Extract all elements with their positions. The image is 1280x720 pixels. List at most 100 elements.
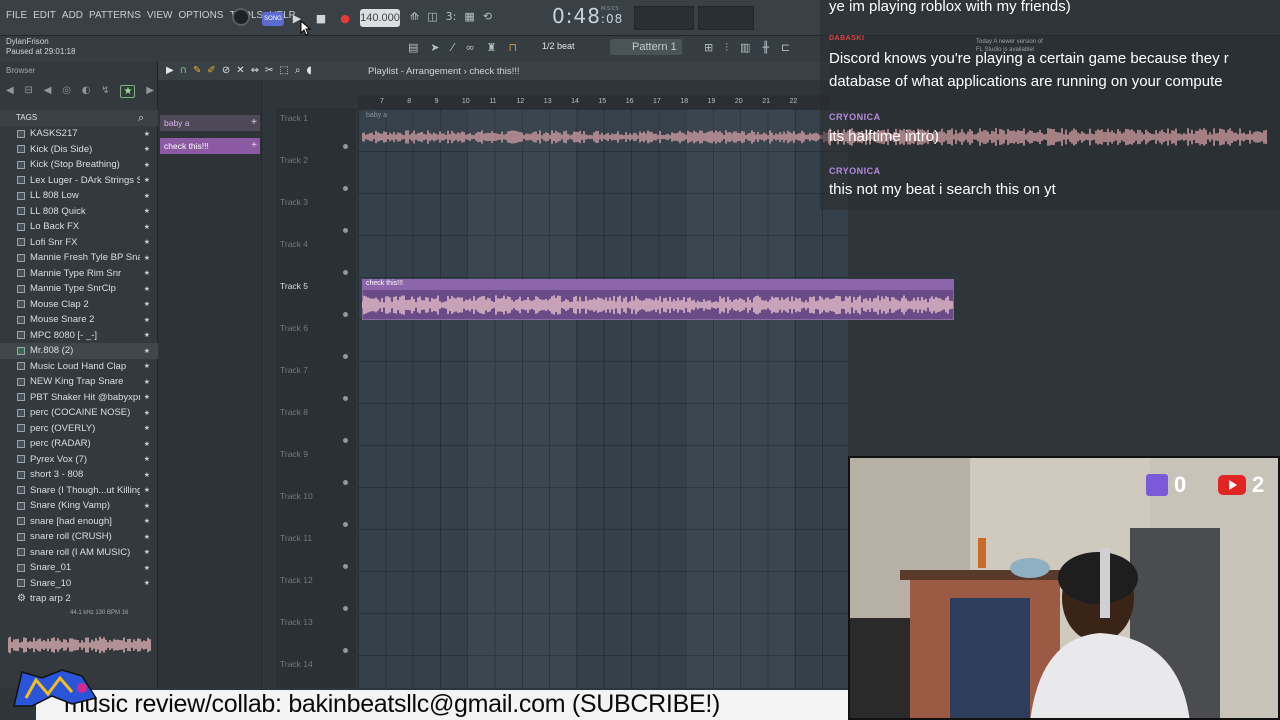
star-icon[interactable]: ★ <box>140 238 150 246</box>
star-icon[interactable]: ★ <box>140 300 150 308</box>
list-item[interactable]: NEW King Trap Snare ★ <box>0 374 158 390</box>
zoom-tool-icon[interactable]: ⌕ <box>295 65 301 76</box>
track-label[interactable]: Track 13 <box>280 617 313 627</box>
star-icon[interactable]: ★ <box>140 347 150 355</box>
playlist-icon[interactable]: ⊞ <box>704 41 713 55</box>
forward-arrow-icon[interactable]: ▶ <box>146 85 154 98</box>
track-label[interactable]: Track 5 <box>280 281 308 291</box>
track-label[interactable]: Track 2 <box>280 155 308 165</box>
master-volume-knob[interactable] <box>232 8 250 26</box>
starred-icon[interactable]: ★ <box>120 85 136 98</box>
star-icon[interactable]: ★ <box>140 486 150 494</box>
track-mute-dot[interactable] <box>343 354 348 359</box>
search-icon[interactable]: ⌕ <box>138 111 144 125</box>
list-item[interactable]: Snare_01 ★ <box>0 560 158 576</box>
star-icon[interactable]: ★ <box>140 362 150 370</box>
list-item[interactable]: ⚙ trap arp 2 <box>0 591 158 607</box>
list-item[interactable]: Mannie Type Rim Snr ★ <box>0 266 158 282</box>
plus-icon[interactable]: + <box>251 138 257 154</box>
countdown-icon[interactable]: 3: <box>446 10 457 23</box>
star-icon[interactable]: ★ <box>140 564 150 572</box>
timeline-ruler[interactable]: 7 8 9 10 11 12 13 14 15 16 17 18 19 20 21 22 <box>358 95 830 109</box>
picker-item-check-this[interactable]: check this!!! + <box>160 138 260 154</box>
track-label[interactable]: Track 7 <box>280 365 308 375</box>
list-item[interactable]: perc (OVERLY) ★ <box>0 421 158 437</box>
random-icon[interactable]: ↯ <box>101 85 109 98</box>
delete-tool-icon[interactable]: ⊘ <box>222 65 230 76</box>
star-icon[interactable]: ★ <box>140 471 150 479</box>
list-item[interactable]: Mr.808 (2) ★ <box>0 343 158 359</box>
star-icon[interactable]: ★ <box>140 145 150 153</box>
list-item[interactable]: perc (COCAINE NOSE) ★ <box>0 405 158 421</box>
list-item[interactable]: Snare (I Though...ut Killing You)★ <box>0 483 158 499</box>
menu-view[interactable]: VIEW <box>147 10 173 21</box>
collapse-icon[interactable]: ⊟ <box>25 85 33 98</box>
track-mute-dot[interactable] <box>343 270 348 275</box>
magnet-icon[interactable]: ∩ <box>180 65 187 76</box>
slice-tool-icon[interactable]: ⁄ <box>452 41 454 54</box>
channel-rack-icon[interactable]: ➤ <box>430 41 439 54</box>
mute-tool-icon[interactable]: ✕ <box>236 65 244 76</box>
list-item[interactable]: MPC 8080 [- _-] ★ <box>0 328 158 344</box>
sample-preview-waveform[interactable] <box>8 630 152 660</box>
list-item[interactable]: Mouse Snare 2 ★ <box>0 312 158 328</box>
list-item[interactable]: Mannie Fresh Tyle BP Snare ★ <box>0 250 158 266</box>
star-icon[interactable]: ★ <box>140 130 150 138</box>
track-label[interactable]: Track 11 <box>280 533 312 543</box>
star-icon[interactable]: ★ <box>140 393 150 401</box>
track-label[interactable]: Track 9 <box>280 449 308 459</box>
paint-tool-icon[interactable]: ✐ <box>207 65 215 76</box>
list-item[interactable]: Snare_10 ★ <box>0 576 158 592</box>
slip-tool-icon[interactable]: ⇔ <box>251 65 259 76</box>
star-icon[interactable]: ★ <box>140 579 150 587</box>
view-icon[interactable]: ◐ <box>82 85 91 98</box>
track-label[interactable]: Track 4 <box>280 239 308 249</box>
track-label[interactable]: Track 8 <box>280 407 308 417</box>
list-item[interactable]: Kick (Stop Breathing) ★ <box>0 157 158 173</box>
list-item[interactable]: snare roll (CRUSH) ★ <box>0 529 158 545</box>
playlist-menu-icon[interactable]: ▶ <box>166 65 174 76</box>
star-icon[interactable]: ★ <box>140 440 150 448</box>
track-label[interactable]: Track 14 <box>280 659 313 669</box>
track-mute-dot[interactable] <box>343 186 348 191</box>
menu-add[interactable]: ADD <box>62 10 83 21</box>
track-mute-dot[interactable] <box>343 438 348 443</box>
star-icon[interactable]: ★ <box>140 533 150 541</box>
track-label[interactable]: Track 3 <box>280 197 308 207</box>
star-icon[interactable]: ★ <box>140 517 150 525</box>
list-item[interactable]: Lofi Snr FX ★ <box>0 235 158 251</box>
browser-icon[interactable]: ⊏ <box>781 41 790 55</box>
select-tool-icon[interactable]: ⬚ <box>279 65 288 76</box>
slice-tool-icon[interactable]: ✂ <box>265 65 273 76</box>
track-label[interactable]: Track 12 <box>280 575 313 585</box>
record-button[interactable]: ● <box>336 9 354 27</box>
list-item[interactable]: LL 808 Low ★ <box>0 188 158 204</box>
picker-item-baby-a[interactable]: baby a + <box>160 115 260 131</box>
list-item[interactable]: Kick (Dis Side) ★ <box>0 142 158 158</box>
track-mute-dot[interactable] <box>343 522 348 527</box>
snap-selector[interactable]: 1/2 beat <box>542 41 575 51</box>
track-mute-dot[interactable] <box>343 480 348 485</box>
list-item[interactable]: snare [had enough] ★ <box>0 514 158 530</box>
tags-label[interactable]: TAGS <box>16 113 37 122</box>
track-mute-dot[interactable] <box>343 312 348 317</box>
menu-file[interactable]: FILE <box>6 10 27 21</box>
star-icon[interactable]: ★ <box>140 548 150 556</box>
list-item[interactable]: Mannie Type SnrClp ★ <box>0 281 158 297</box>
list-item[interactable]: KASKS217 ★ <box>0 126 158 142</box>
all-icon[interactable]: ◀ <box>44 85 52 98</box>
menu-edit[interactable]: EDIT <box>33 10 56 21</box>
plugin-picker-icon[interactable]: ╫ <box>762 41 769 55</box>
list-item[interactable]: snare roll (I AM MUSIC) ★ <box>0 545 158 561</box>
menu-patterns[interactable]: PATTERNS <box>89 10 141 21</box>
list-item[interactable]: LL 808 Quick ★ <box>0 204 158 220</box>
star-icon[interactable]: ★ <box>140 176 150 184</box>
playback-tool-icon[interactable]: ◖ <box>306 65 311 76</box>
star-icon[interactable]: ★ <box>140 331 150 339</box>
back-arrow-icon[interactable]: ◀ <box>6 85 14 98</box>
sound-icon[interactable]: ◎ <box>62 85 71 98</box>
star-icon[interactable]: ★ <box>140 316 150 324</box>
link-icon[interactable]: ∞ <box>465 41 474 54</box>
channel-icon[interactable]: ▥ <box>740 41 750 55</box>
star-icon[interactable]: ★ <box>140 409 150 417</box>
